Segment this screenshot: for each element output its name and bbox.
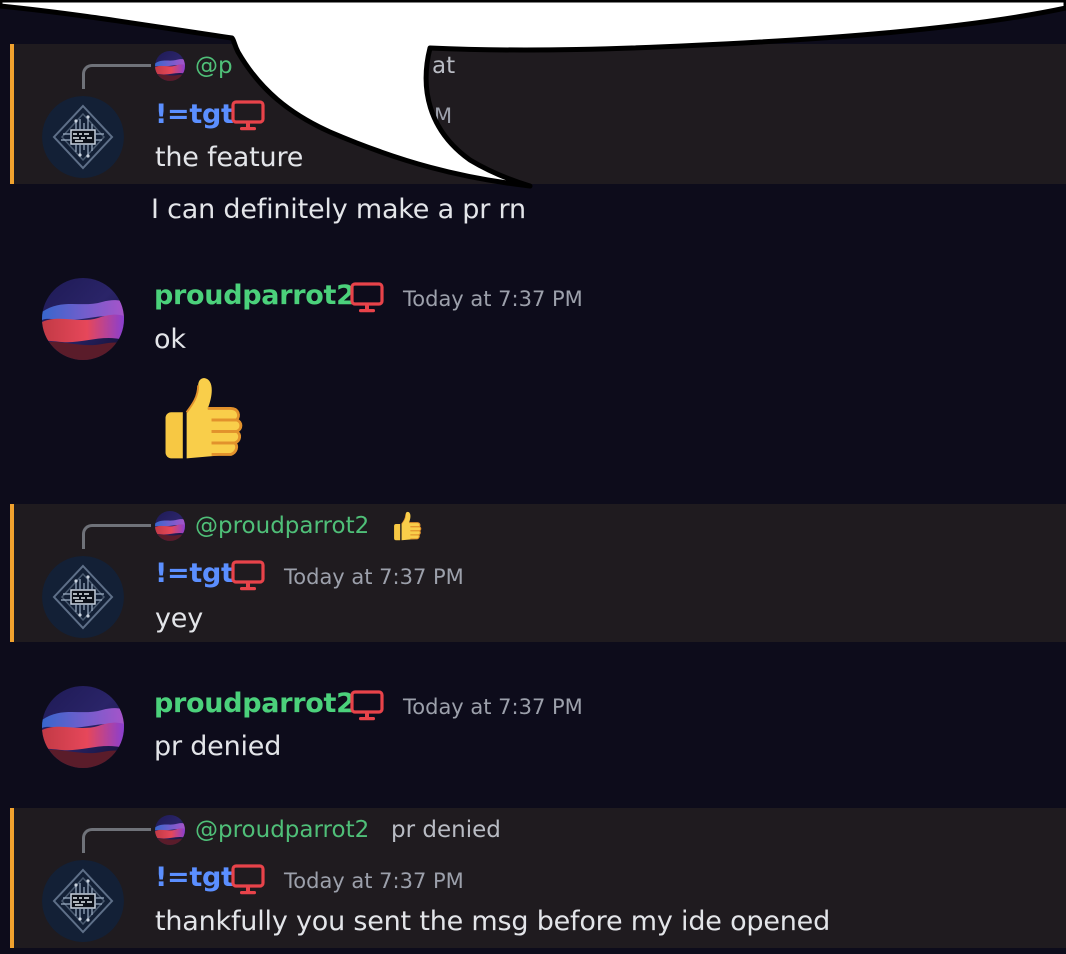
timestamp: Today at 7:37 PM — [284, 869, 464, 893]
timestamp: M — [434, 104, 453, 128]
username[interactable]: proudparrot2 — [154, 688, 355, 719]
message-text: ok — [154, 324, 186, 355]
reply-avatar — [155, 815, 185, 845]
message-text: yey — [155, 603, 203, 634]
message-row[interactable]: I can definitely make a pr rn — [10, 184, 1066, 244]
reply-snippet[interactable]: pr denied — [391, 817, 501, 843]
username[interactable]: proudparrot2 — [154, 280, 355, 311]
monitor-icon — [231, 864, 265, 896]
timestamp: Today at 7:37 PM — [403, 287, 583, 311]
monitor-icon — [350, 690, 384, 722]
message-text: the feature — [155, 142, 304, 173]
reply-arrow-icon — [82, 828, 151, 853]
thumbs-up-emoji[interactable] — [154, 368, 250, 468]
username[interactable]: !=tgt — [155, 558, 234, 589]
chat-screen: @p at !=tgt M the feature I can definite… — [0, 0, 1066, 954]
reply-mention[interactable]: @proudparrot2 — [195, 513, 369, 539]
message-row[interactable]: @proudparrot2 pr denied !=tgt Today at 7… — [10, 808, 1066, 948]
message-row[interactable]: @p at !=tgt M the feature — [10, 44, 1066, 184]
username[interactable]: !=tgt — [155, 99, 234, 130]
message-text: pr denied — [154, 731, 282, 762]
monitor-icon — [231, 100, 265, 132]
reply-arrow-icon — [82, 524, 151, 549]
avatar[interactable] — [42, 860, 124, 942]
reply-arrow-icon — [82, 64, 151, 89]
thumbs-up-emoji — [390, 507, 424, 545]
monitor-icon — [350, 282, 384, 314]
message-row[interactable]: proudparrot2 Today at 7:37 PM pr denied — [10, 668, 1066, 806]
reply-snippet[interactable]: at — [432, 53, 455, 79]
avatar[interactable] — [42, 686, 124, 768]
reply-avatar — [155, 511, 185, 541]
username[interactable]: !=tgt — [155, 862, 234, 893]
message-row[interactable]: proudparrot2 Today at 7:37 PM ok — [10, 260, 1066, 504]
monitor-icon — [231, 560, 265, 592]
message-row[interactable]: @proudparrot2 !=tgt Today at 7:37 PM yey — [10, 504, 1066, 642]
message-text: thankfully you sent the msg before my id… — [155, 906, 831, 937]
reply-mention[interactable]: @proudparrot2 — [195, 817, 369, 843]
avatar[interactable] — [42, 96, 124, 178]
message-text: I can definitely make a pr rn — [151, 194, 526, 225]
avatar[interactable] — [42, 556, 124, 638]
reply-avatar — [155, 51, 185, 81]
timestamp: Today at 7:37 PM — [284, 565, 464, 589]
reply-mention[interactable]: @p — [195, 53, 233, 79]
timestamp: Today at 7:37 PM — [403, 695, 583, 719]
avatar[interactable] — [42, 278, 124, 360]
